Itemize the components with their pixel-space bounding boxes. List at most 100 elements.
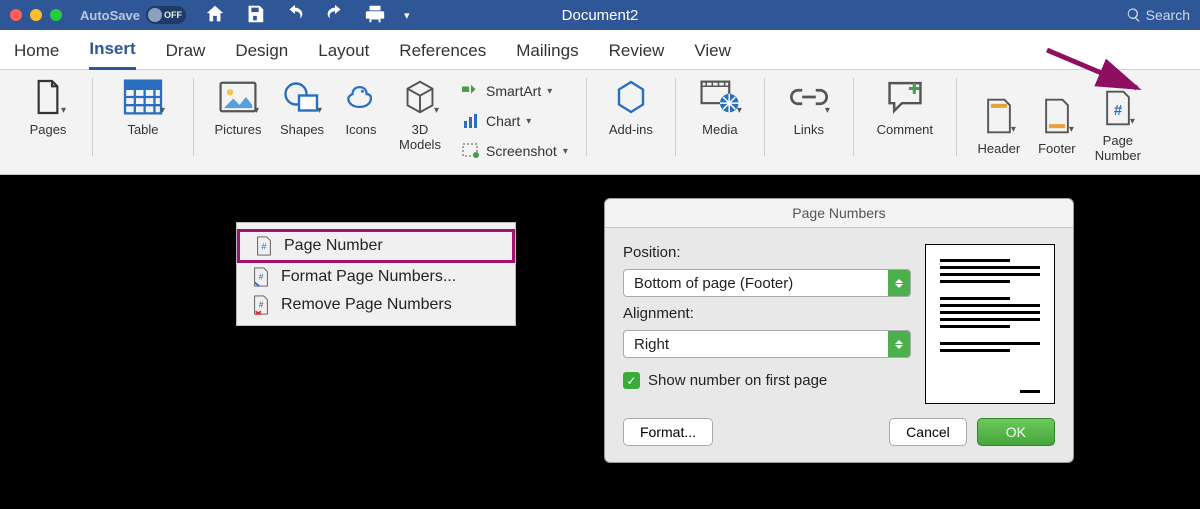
link-icon [790,83,828,111]
document-title: Document2 [562,7,639,24]
smartart-label: SmartArt [486,83,541,99]
page-format-icon: # [251,267,271,287]
chevron-down-icon: ▾ [160,105,165,116]
tab-layout[interactable]: Layout [318,41,369,69]
media-label: Media [702,122,737,137]
chevron-down-icon: ▾ [737,105,742,116]
dialog-title: Page Numbers [605,199,1073,228]
show-first-page-checkbox[interactable]: ✓ Show number on first page [623,372,911,389]
cancel-button[interactable]: Cancel [889,418,967,446]
svg-text:#: # [259,301,264,310]
chart-label: Chart [486,113,520,129]
page-number-button[interactable]: #▾ Page Number [1087,85,1149,163]
select-arrows-icon [888,331,910,357]
table-icon [123,79,163,115]
smartart-button[interactable]: SmartArt ▾ [458,78,572,104]
screenshot-button[interactable]: Screenshot▾ [458,138,572,164]
tab-view[interactable]: View [694,41,731,69]
tab-review[interactable]: Review [609,41,665,69]
3d-models-button[interactable]: ▾ 3D Models [390,74,450,152]
minimize-window-icon[interactable] [30,9,42,21]
menu-format-page-numbers[interactable]: # Format Page Numbers... [237,263,515,291]
links-label: Links [794,122,824,137]
addins-button[interactable]: Add-ins [601,74,661,137]
ok-button[interactable]: OK [977,418,1055,446]
chevron-down-icon: ▾ [61,105,66,116]
svg-text:#: # [261,242,266,252]
page-icon [32,78,64,116]
links-button[interactable]: ▾ Links [779,74,839,137]
icons-button[interactable]: Icons [336,74,386,137]
chevron-down-icon: ▾ [254,105,259,116]
footer-button[interactable]: ▾ Footer [1029,93,1085,156]
tab-home[interactable]: Home [14,41,59,69]
format-button[interactable]: Format... [623,418,713,446]
dialog-preview [925,244,1055,404]
table-button[interactable]: ▾ Table [107,74,179,137]
autosave-toggle[interactable]: AutoSave OFF [80,6,186,24]
tab-draw[interactable]: Draw [166,41,206,69]
save-icon[interactable] [244,3,266,28]
svg-text:#: # [1114,102,1123,119]
search-icon [1126,7,1142,23]
comment-button[interactable]: Comment [868,74,942,137]
menu-remove-label: Remove Page Numbers [281,296,452,314]
quick-access-toolbar: ▾ [204,3,410,28]
print-icon[interactable] [364,3,386,28]
show-first-label: Show number on first page [648,372,827,389]
footer-label: Footer [1038,141,1076,156]
comment-icon [886,80,924,114]
pictures-button[interactable]: ▾ Pictures [208,74,268,137]
header-label: Header [978,141,1021,156]
alignment-select[interactable]: Right [623,330,911,358]
maximize-window-icon[interactable] [50,9,62,21]
pages-label: Pages [30,122,67,137]
home-icon[interactable] [204,3,226,28]
autosave-label: AutoSave [80,8,140,23]
chevron-down-icon: ▾ [563,146,568,157]
tab-mailings[interactable]: Mailings [516,41,578,69]
page-number-icon: # [1103,89,1133,127]
pages-button[interactable]: ▾ Pages [18,74,78,137]
tab-references[interactable]: References [399,41,486,69]
autosave-state: OFF [164,10,182,20]
checkbox-checked-icon: ✓ [623,372,640,389]
window-controls [10,9,62,21]
menu-remove-page-numbers[interactable]: # Remove Page Numbers [237,291,515,319]
menu-page-number[interactable]: # Page Number [237,229,515,263]
undo-icon[interactable] [284,3,306,28]
page-numbers-dialog: Page Numbers Position: Bottom of page (F… [604,198,1074,463]
autosave-switch[interactable]: OFF [146,6,186,24]
ribbon: ▾ Pages ▾ Table ▾ Pictures ▾ Shapes Icon… [0,70,1200,175]
search-box[interactable]: Search [1126,7,1190,23]
close-window-icon[interactable] [10,9,22,21]
chart-icon [462,112,480,130]
footer-icon [1042,97,1072,135]
position-select[interactable]: Bottom of page (Footer) [623,269,911,297]
chevron-down-icon: ▾ [1011,124,1016,135]
chevron-down-icon: ▾ [547,86,552,97]
comment-label: Comment [877,122,933,137]
search-placeholder: Search [1146,7,1190,23]
screenshot-icon [462,142,480,160]
menu-page-number-label: Page Number [284,237,383,255]
hexagon-icon [613,79,649,115]
position-label: Position: [623,244,911,261]
header-button[interactable]: ▾ Header [971,93,1027,156]
tab-insert[interactable]: Insert [89,39,135,70]
table-label: Table [127,122,158,137]
qat-customize-icon[interactable]: ▾ [404,9,410,22]
tab-design[interactable]: Design [235,41,288,69]
media-button[interactable]: ▾ Media [690,74,750,137]
shapes-button[interactable]: ▾ Shapes [272,74,332,137]
duck-icon [344,80,378,114]
picture-icon [219,81,257,113]
3d-models-label: 3D Models [399,122,441,152]
redo-icon[interactable] [324,3,346,28]
chart-button[interactable]: Chart ▾ [458,108,572,134]
chevron-down-icon: ▾ [526,116,531,127]
header-icon [984,97,1014,135]
shapes-label: Shapes [280,122,324,137]
select-arrows-icon [888,270,910,296]
toggle-knob-icon [148,8,162,22]
